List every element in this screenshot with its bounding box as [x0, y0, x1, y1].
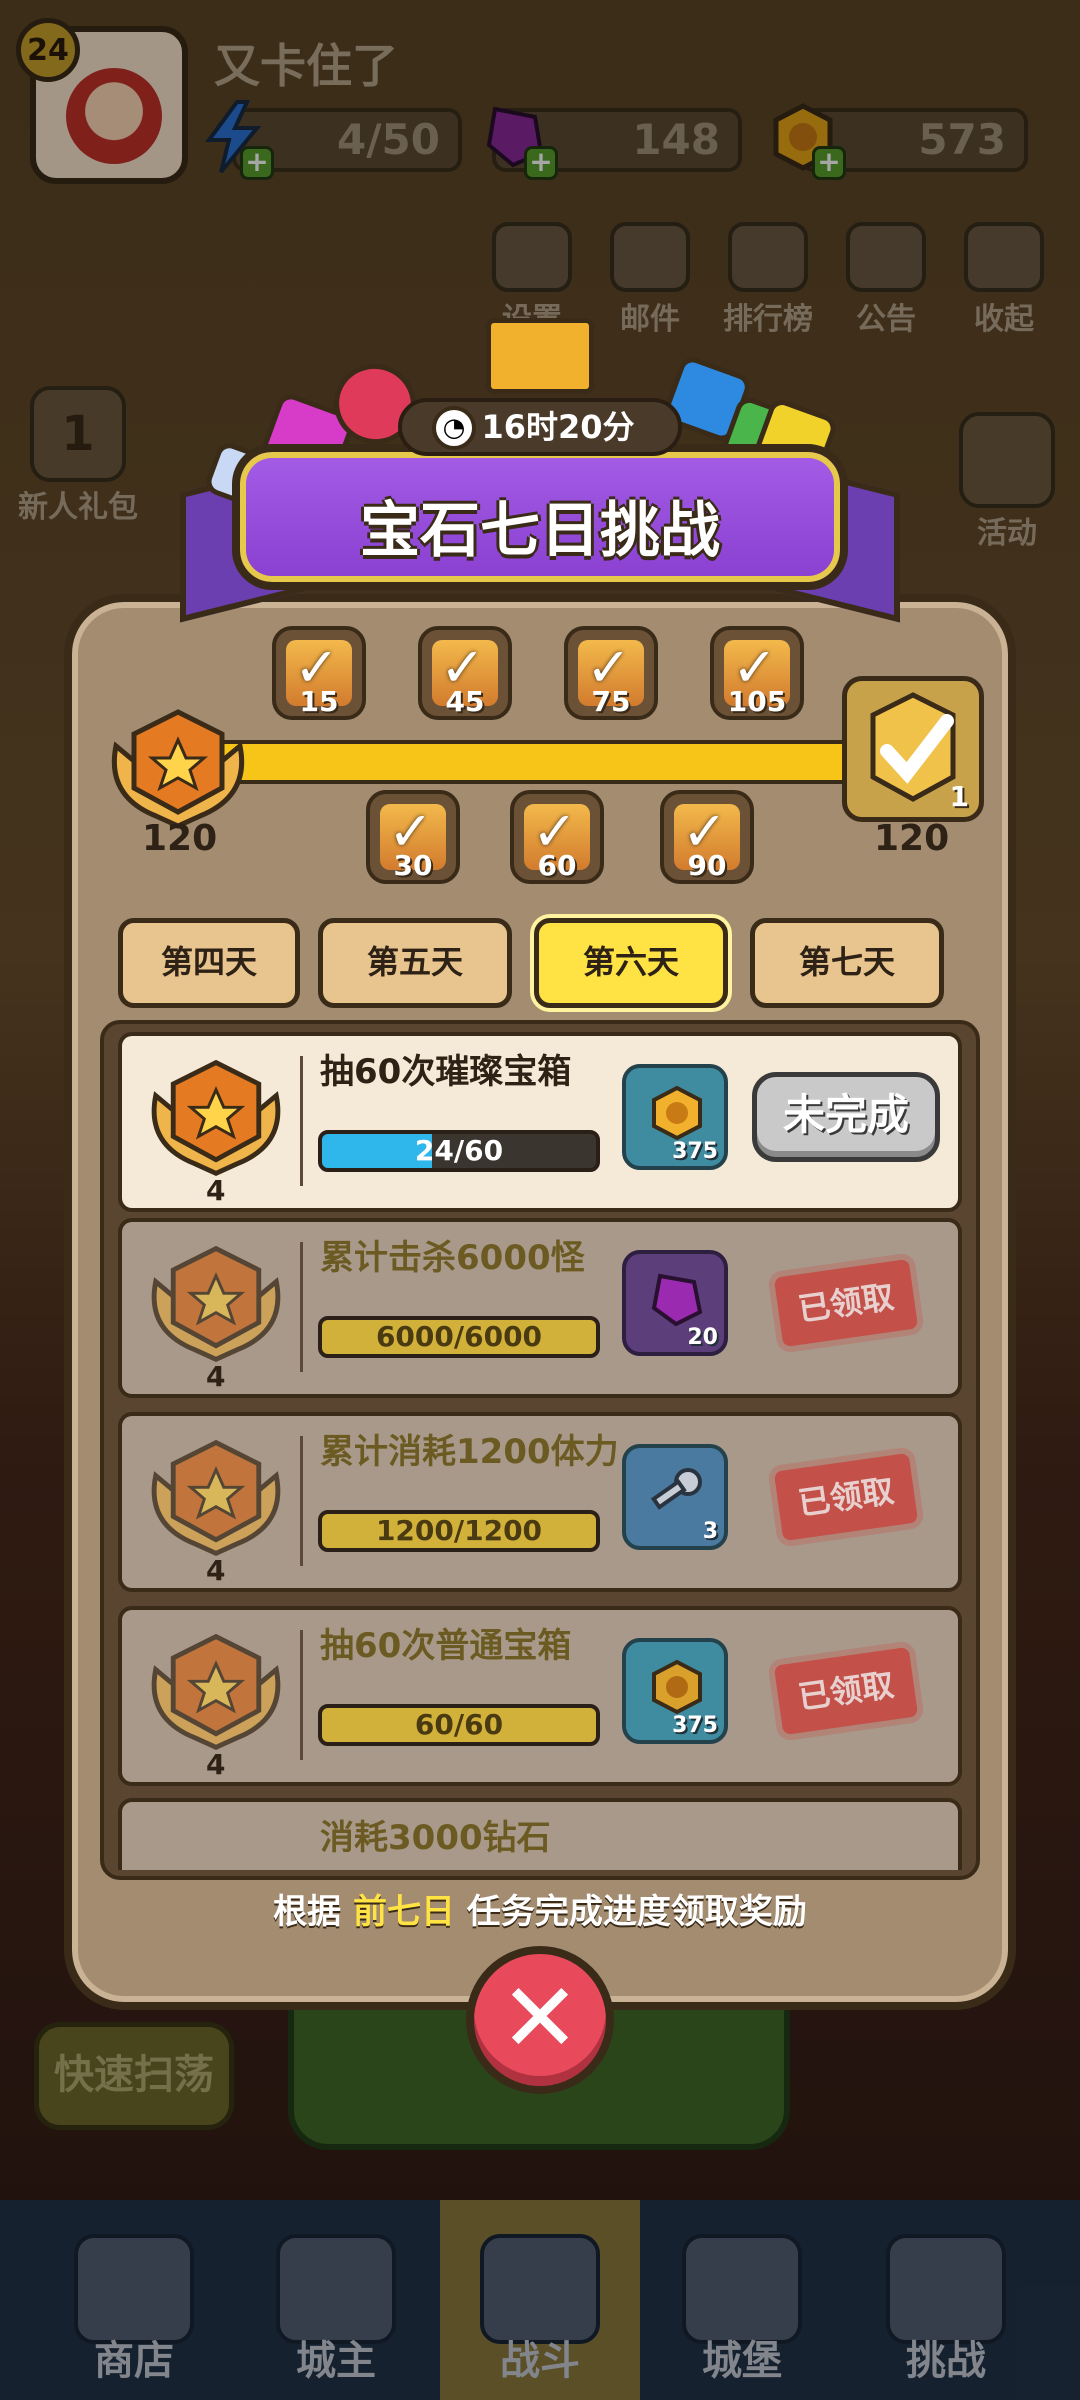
reward-count: 375	[672, 1713, 718, 1738]
gem-icon	[651, 1273, 703, 1327]
tab-day-7[interactable]: 第七天	[750, 918, 944, 1008]
clock-icon: ◔	[432, 406, 476, 450]
medal-icon	[111, 709, 245, 829]
task-title: 累计消耗1200体力	[320, 1432, 619, 1472]
milestone-progress-track	[200, 740, 850, 784]
divider	[300, 1630, 303, 1760]
reward-slot[interactable]: 375	[622, 1638, 728, 1744]
milestone-value: 75	[591, 685, 631, 718]
task-progress-bar: 1200/1200	[318, 1510, 600, 1552]
final-chest-count: 1	[949, 780, 969, 813]
divider	[300, 1436, 303, 1566]
milestone-chest-30[interactable]: ✓ 30	[366, 790, 460, 884]
end-points: 120	[874, 818, 950, 859]
hint-prefix: 根据	[273, 1892, 353, 1932]
hint-highlight: 前七日	[353, 1892, 455, 1932]
start-points: 120	[142, 818, 218, 859]
milestone-chest-75[interactable]: ✓ 75	[564, 626, 658, 720]
claimed-stamp: 已领取	[773, 1452, 919, 1542]
milestone-value: 105	[727, 685, 787, 718]
close-button[interactable]: ✕	[466, 1946, 614, 2094]
progress-text: 60/60	[414, 1708, 504, 1741]
task-row: 4 累计击杀6000怪 6000/6000 20 已领取	[118, 1218, 962, 1398]
task-progress-bar: 60/60	[318, 1704, 600, 1746]
medal-icon	[151, 1059, 281, 1177]
milestone-chest-45[interactable]: ✓ 45	[418, 626, 512, 720]
task-title: 消耗3000钻石	[320, 1818, 551, 1858]
divider	[300, 1242, 303, 1372]
tab-day-5[interactable]: 第五天	[318, 918, 512, 1008]
reward-count: 3	[702, 1519, 718, 1544]
hint-suffix: 任务完成进度领取奖励	[455, 1892, 807, 1932]
milestone-value: 90	[687, 849, 727, 882]
title-banner: 宝石七日挑战	[232, 444, 848, 590]
task-row: 消耗3000钻石	[118, 1798, 962, 1870]
progress-text: 1200/1200	[375, 1514, 543, 1547]
incomplete-button[interactable]: 未完成	[752, 1072, 940, 1162]
milestone-chest-15[interactable]: ✓ 15	[272, 626, 366, 720]
close-icon: ✕	[499, 1962, 581, 2074]
reward-slot[interactable]: 375	[622, 1064, 728, 1170]
tab-day-4[interactable]: 第四天	[118, 918, 300, 1008]
reward-slot[interactable]: 20	[622, 1250, 728, 1356]
coin-icon	[652, 1085, 702, 1141]
task-row: 4 抽60次普通宝箱 60/60 375 已领取	[118, 1606, 962, 1786]
divider	[300, 1056, 303, 1186]
tab-day-6[interactable]: 第六天	[534, 918, 728, 1008]
medal-icon	[151, 1633, 281, 1751]
task-progress-bar: 24/60	[318, 1130, 600, 1172]
task-points: 4	[206, 1748, 226, 1781]
claimed-stamp: 已领取	[773, 1646, 919, 1736]
task-row: 4 抽60次璀璨宝箱 24/60 375 未完成	[118, 1032, 962, 1212]
milestone-value: 30	[393, 849, 433, 882]
reward-count: 20	[687, 1325, 718, 1350]
medal-icon	[151, 1439, 281, 1557]
milestone-chest-90[interactable]: ✓ 90	[660, 790, 754, 884]
milestone-value: 45	[445, 685, 485, 718]
progress-text: 6000/6000	[375, 1320, 543, 1353]
task-points: 4	[206, 1554, 226, 1587]
milestone-chest-60[interactable]: ✓ 60	[510, 790, 604, 884]
modal-title: 宝石七日挑战	[360, 496, 720, 566]
task-title: 抽60次普通宝箱	[320, 1626, 572, 1666]
task-points: 4	[206, 1360, 226, 1393]
milestone-value: 60	[537, 849, 577, 882]
task-row: 4 累计消耗1200体力 1200/1200 3 已领取	[118, 1412, 962, 1592]
milestone-chest-105[interactable]: ✓ 105	[710, 626, 804, 720]
task-points: 4	[206, 1174, 226, 1207]
crown-icon	[486, 318, 594, 394]
milestone-value: 15	[299, 685, 339, 718]
reward-count: 375	[672, 1139, 718, 1164]
medal-icon	[151, 1245, 281, 1363]
task-title: 累计击杀6000怪	[320, 1238, 585, 1278]
progress-text: 24/60	[414, 1134, 504, 1167]
task-progress-bar: 6000/6000	[318, 1316, 600, 1358]
key-icon	[650, 1468, 702, 1510]
task-title: 抽60次璀璨宝箱	[320, 1052, 572, 1092]
final-reward-chest[interactable]: 1	[842, 676, 984, 822]
claimed-stamp: 已领取	[773, 1258, 919, 1348]
reward-hint: 根据 前七日 任务完成进度领取奖励	[0, 1884, 1080, 1933]
reward-slot[interactable]: 3	[622, 1444, 728, 1550]
coin-icon	[652, 1659, 702, 1715]
